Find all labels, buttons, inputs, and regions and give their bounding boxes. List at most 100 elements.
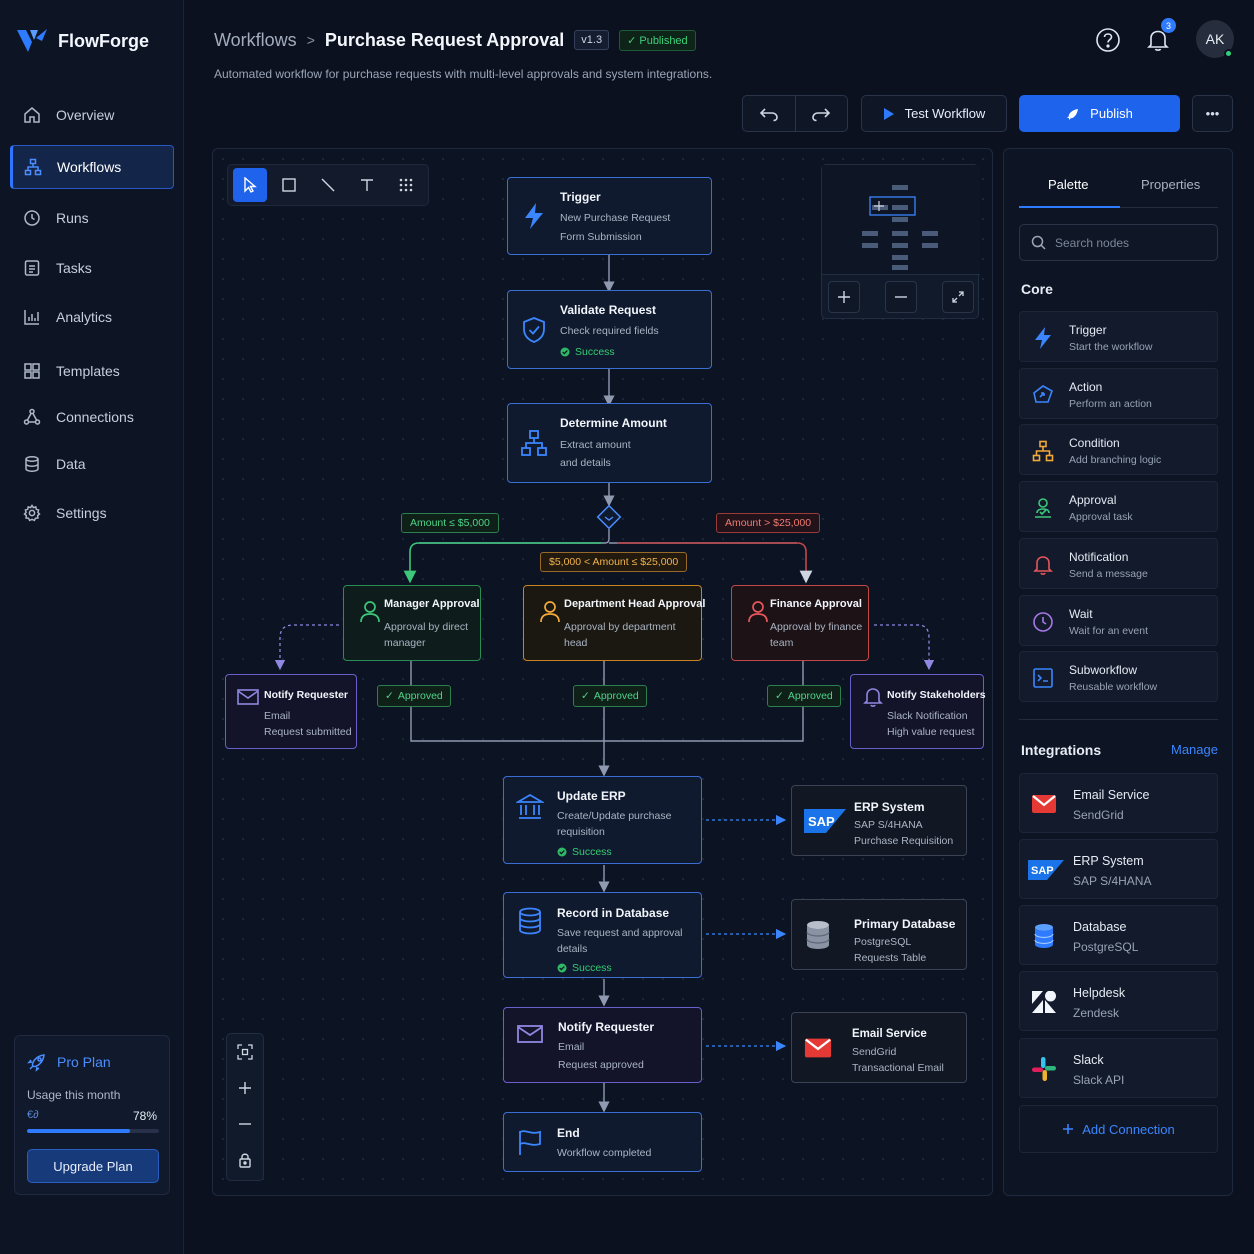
svg-text:SAP: SAP bbox=[1031, 865, 1054, 877]
nav-item-templates[interactable]: Templates bbox=[10, 349, 174, 393]
templates-icon bbox=[22, 361, 42, 381]
nav-label: Workflows bbox=[57, 159, 122, 175]
page-title: Purchase Request Approval bbox=[324, 29, 565, 50]
palette-item-condition[interactable]: Condition Add branching logic bbox=[1019, 424, 1218, 475]
action-icon bbox=[1030, 382, 1056, 408]
nav-item-runs[interactable]: Runs bbox=[10, 196, 174, 240]
grid-tool[interactable] bbox=[389, 168, 423, 202]
node-email-service[interactable]: Email Service SendGrid Transactional Ema… bbox=[791, 1012, 967, 1083]
breadcrumb-workflows-link[interactable]: Workflows bbox=[214, 30, 297, 51]
search-nodes-box bbox=[1019, 224, 1218, 261]
palette-item-subworkflow[interactable]: Subworkflow Reusable workflow bbox=[1019, 651, 1218, 702]
play-icon bbox=[883, 107, 895, 121]
rectangle-tool[interactable] bbox=[272, 168, 306, 202]
canvas-toolbar bbox=[227, 164, 429, 206]
palette-item-wait[interactable]: Wait Wait for an event bbox=[1019, 595, 1218, 646]
check-circle-icon bbox=[557, 963, 567, 973]
fit-view-button[interactable] bbox=[227, 1034, 263, 1070]
lock-button[interactable] bbox=[227, 1142, 263, 1178]
nav-item-workflows[interactable]: Workflows bbox=[10, 145, 174, 189]
more-options-button[interactable]: ••• bbox=[1192, 95, 1233, 132]
zoom-in-button[interactable] bbox=[227, 1070, 263, 1106]
help-button[interactable] bbox=[1090, 22, 1126, 58]
node-erp-system[interactable]: SAP ERP System SAP S/4HANA Purchase Requ… bbox=[791, 785, 967, 856]
node-finance-approval[interactable]: Finance Approval Approval by finance tea… bbox=[731, 585, 869, 661]
node-end[interactable]: End Workflow completed bbox=[503, 1112, 702, 1172]
node-notify-stakeholders[interactable]: Notify Stakeholders Slack Notification H… bbox=[850, 674, 986, 749]
nav-label: Analytics bbox=[56, 309, 113, 325]
minimap-zoom-in-button[interactable] bbox=[828, 281, 860, 313]
undo-button[interactable] bbox=[743, 96, 796, 131]
nav-label: Tasks bbox=[56, 260, 92, 276]
integration-slack[interactable]: Slack Slack API bbox=[1019, 1038, 1218, 1098]
palette-item-notification[interactable]: Notification Send a message bbox=[1019, 538, 1218, 589]
node-update-erp[interactable]: Update ERP Create/Update purchase requis… bbox=[503, 776, 702, 864]
plus-icon bbox=[238, 1081, 252, 1095]
add-connection-button[interactable]: Add Connection bbox=[1019, 1105, 1218, 1153]
nav-item-overview[interactable]: Overview bbox=[10, 93, 174, 137]
node-determine-amount[interactable]: Determine Amount Extract amount and deta… bbox=[507, 403, 712, 483]
play-circle-icon bbox=[22, 208, 42, 228]
zoom-controls bbox=[226, 1033, 264, 1181]
zoom-out-button[interactable] bbox=[227, 1106, 263, 1142]
node-department-head-approval[interactable]: Department Head Approval Approval by dep… bbox=[523, 585, 705, 661]
node-manager-approval[interactable]: Manager Approval Approval by direct mana… bbox=[343, 585, 481, 661]
nav-item-data[interactable]: Data bbox=[10, 442, 174, 486]
select-tool[interactable] bbox=[233, 168, 267, 202]
connector-tool[interactable] bbox=[311, 168, 345, 202]
gmail-icon bbox=[804, 1034, 832, 1062]
zendesk-icon bbox=[1030, 988, 1058, 1016]
palette-item-approval[interactable]: Approval Approval task bbox=[1019, 481, 1218, 532]
node-notify-requester-submitted[interactable]: Notify Requester Email Request submitted bbox=[225, 674, 357, 749]
upgrade-plan-button[interactable]: Upgrade Plan bbox=[27, 1149, 159, 1183]
bolt-icon bbox=[520, 202, 548, 230]
notification-count-badge: 3 bbox=[1161, 18, 1176, 33]
condition-label-mid[interactable]: $5,000 < Amount ≤ $25,000 bbox=[540, 552, 688, 572]
version-badge[interactable]: v1.3 bbox=[574, 30, 610, 50]
publish-button[interactable]: Publish bbox=[1019, 95, 1180, 132]
redo-button[interactable] bbox=[796, 96, 848, 131]
expand-icon bbox=[951, 290, 965, 304]
nav-item-tasks[interactable]: Tasks bbox=[10, 246, 174, 290]
minimap-viewport[interactable] bbox=[822, 165, 980, 275]
database-icon bbox=[1030, 922, 1058, 950]
tab-properties[interactable]: Properties bbox=[1141, 177, 1200, 192]
approved-label-finance: ✓ Approved bbox=[767, 685, 841, 707]
node-validate-request[interactable]: Validate Request Check required fields S… bbox=[507, 290, 712, 369]
manage-integrations-link[interactable]: Manage bbox=[1171, 742, 1218, 757]
test-workflow-button[interactable]: Test Workflow bbox=[861, 95, 1007, 132]
integration-helpdesk[interactable]: Helpdesk Zendesk bbox=[1019, 971, 1218, 1031]
text-tool[interactable] bbox=[350, 168, 384, 202]
minimap-fullscreen-button[interactable] bbox=[942, 281, 974, 313]
nav-item-settings[interactable]: Settings bbox=[10, 491, 174, 535]
palette-item-trigger[interactable]: Trigger Start the workflow bbox=[1019, 311, 1218, 362]
approved-label-department: ✓ Approved bbox=[573, 685, 647, 707]
workflow-canvas[interactable]: Trigger New Purchase Request Form Submis… bbox=[212, 148, 993, 1196]
condition-label-low[interactable]: Amount ≤ $5,000 bbox=[401, 513, 499, 533]
node-record-in-database[interactable]: Record in Database Save request and appr… bbox=[503, 892, 702, 978]
integration-database[interactable]: Database PostgreSQL bbox=[1019, 905, 1218, 965]
brand[interactable]: FlowForge bbox=[16, 26, 149, 56]
integration-email-service[interactable]: Email Service SendGrid bbox=[1019, 773, 1218, 833]
flag-icon bbox=[516, 1128, 544, 1156]
lock-icon bbox=[238, 1152, 252, 1168]
mail-icon bbox=[234, 683, 262, 711]
node-trigger[interactable]: Trigger New Purchase Request Form Submis… bbox=[507, 177, 712, 255]
online-status-dot bbox=[1224, 49, 1233, 58]
tab-palette[interactable]: Palette bbox=[1048, 177, 1088, 192]
search-icon bbox=[1031, 235, 1046, 250]
minus-icon bbox=[238, 1117, 252, 1131]
bank-icon bbox=[516, 793, 544, 821]
node-primary-database[interactable]: Primary Database PostgreSQL Requests Tab… bbox=[791, 899, 967, 970]
nav-item-connections[interactable]: Connections bbox=[10, 395, 174, 439]
condition-label-high[interactable]: Amount > $25,000 bbox=[716, 513, 821, 533]
nav-item-analytics[interactable]: Analytics bbox=[10, 295, 174, 339]
minimap-zoom-out-button[interactable] bbox=[885, 281, 917, 313]
node-notify-requester-approved[interactable]: Notify Requester Email Request approved bbox=[503, 1007, 702, 1083]
palette-item-action[interactable]: Action Perform an action bbox=[1019, 368, 1218, 419]
bell-icon bbox=[1030, 552, 1056, 578]
plan-card: Pro Plan Usage this month €∂ 78% Upgrade… bbox=[14, 1035, 170, 1195]
integration-erp-system[interactable]: SAP ERP System SAP S/4HANA bbox=[1019, 839, 1218, 899]
analytics-icon bbox=[22, 307, 42, 327]
search-input[interactable] bbox=[1055, 235, 1205, 250]
